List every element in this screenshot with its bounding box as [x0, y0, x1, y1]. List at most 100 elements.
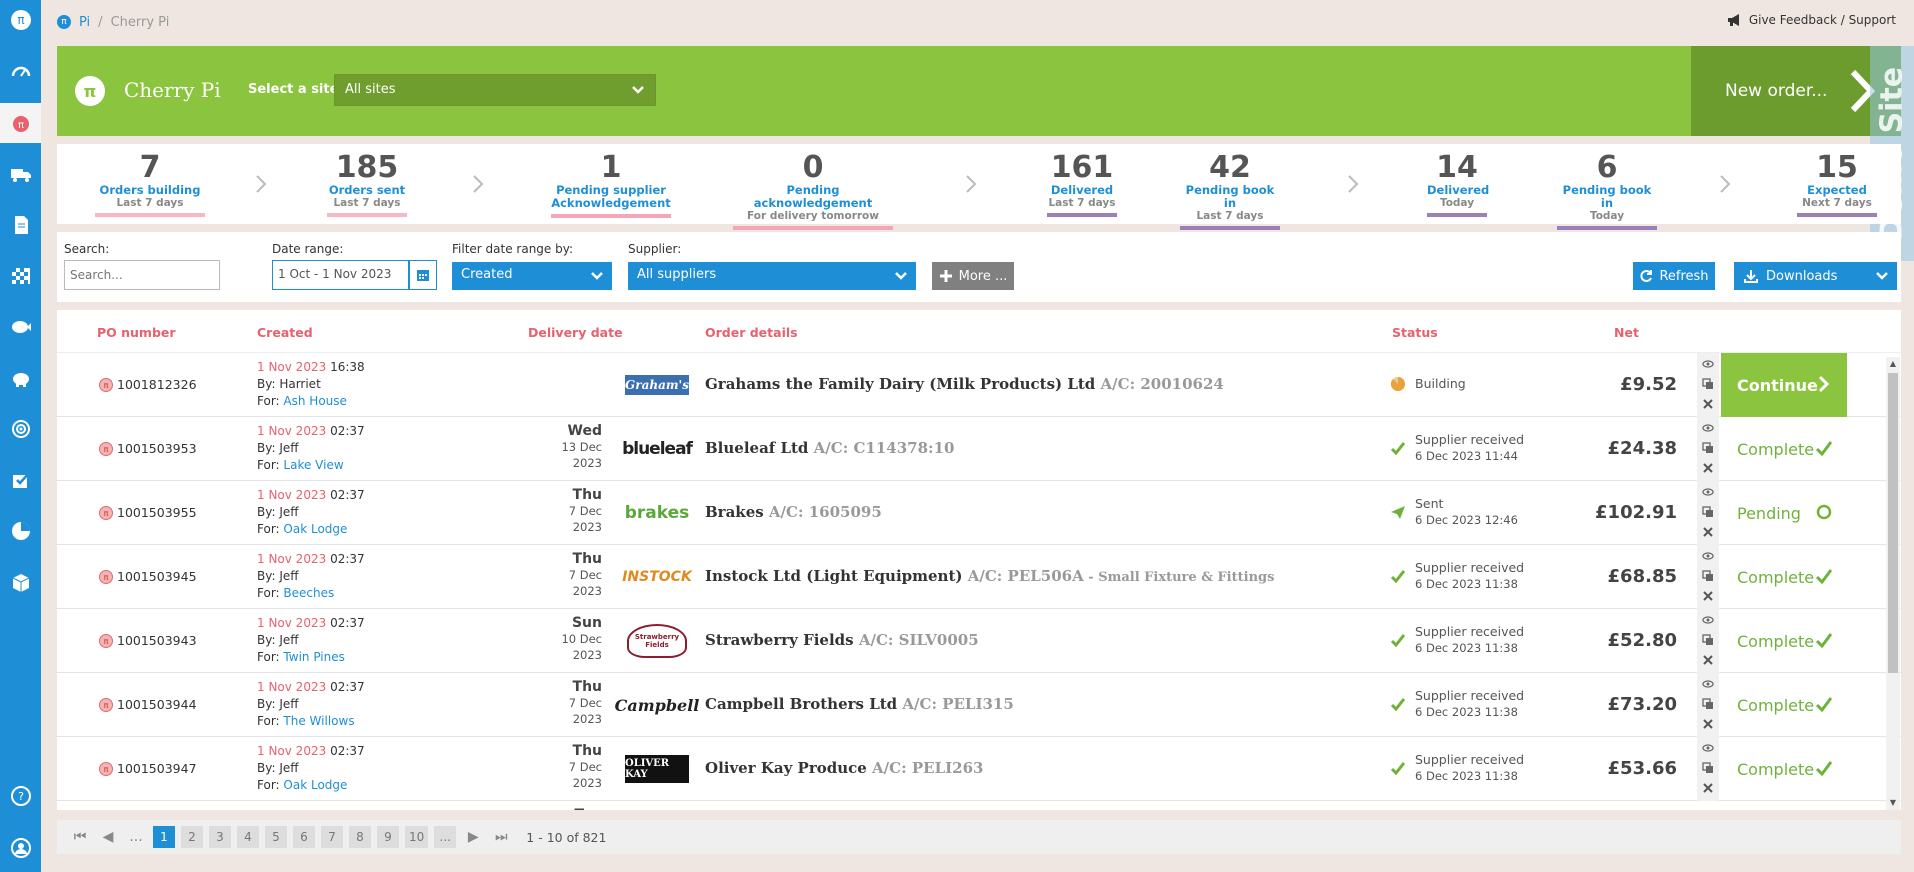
- scrollbar-thumb[interactable]: [1888, 373, 1898, 673]
- piggy-bank-icon[interactable]: [0, 358, 41, 398]
- page-button[interactable]: 7: [321, 826, 343, 848]
- table-row[interactable]: π 1001503947 1 Nov 2023 02:37 By: Jeff For: …: [57, 737, 1901, 801]
- copy-icon[interactable]: [1702, 634, 1714, 646]
- give-feedback-link[interactable]: Give Feedback / Support: [1727, 13, 1896, 27]
- page-button[interactable]: 1: [153, 826, 175, 848]
- fish-icon[interactable]: [0, 307, 41, 347]
- site-link[interactable]: The Willows: [283, 714, 354, 728]
- po-number[interactable]: 1001503943: [117, 633, 197, 648]
- close-icon[interactable]: [1702, 526, 1714, 538]
- complete-action-button[interactable]: Complete: [1721, 673, 1847, 737]
- close-icon[interactable]: [1702, 782, 1714, 794]
- site-link[interactable]: Beeches: [283, 586, 334, 600]
- prev-page-icon[interactable]: ◀: [97, 826, 119, 848]
- supplier-select[interactable]: All suppliers: [628, 262, 916, 290]
- order-details[interactable]: Blueleaf Ltd A/C: C114378:10: [705, 439, 954, 457]
- copy-icon[interactable]: [1702, 570, 1714, 582]
- stat-pending-supplier-ack[interactable]: 1 Pending supplier Acknowledgement: [551, 152, 671, 218]
- site-link[interactable]: Ash House: [283, 394, 347, 408]
- breadcrumb-root[interactable]: Pi: [79, 15, 90, 30]
- eye-icon[interactable]: [1702, 614, 1714, 626]
- continue-action-button[interactable]: Continue: [1721, 353, 1847, 417]
- po-number[interactable]: 1001812326: [117, 377, 197, 392]
- pages-ellipsis-before[interactable]: ...: [125, 826, 147, 848]
- scroll-down-arrow-icon[interactable]: ▼: [1888, 798, 1898, 808]
- table-row[interactable]: π 1001503943 1 Nov 2023 02:37 By: Jeff For: …: [57, 609, 1901, 673]
- page-button[interactable]: 5: [265, 826, 287, 848]
- next-page-icon[interactable]: ▶: [462, 826, 484, 848]
- eye-icon[interactable]: [1702, 678, 1714, 690]
- stat-pending-book-in-today[interactable]: 6 Pending book in Today: [1557, 152, 1657, 230]
- date-range-input[interactable]: 1 Oct - 1 Nov 2023: [272, 260, 409, 290]
- table-row[interactable]: π 1001503955 1 Nov 2023 02:37 By: Jeff For: …: [57, 481, 1901, 545]
- site-link[interactable]: Oak Lodge: [283, 522, 347, 536]
- po-number[interactable]: 1001503944: [117, 697, 197, 712]
- order-details[interactable]: Campbell Brothers Ltd A/C: PELI315: [705, 695, 1014, 713]
- column-order-details[interactable]: Order details: [705, 325, 798, 340]
- site-link[interactable]: Oak Lodge: [283, 778, 347, 792]
- table-scrollbar[interactable]: ▲ ▼: [1886, 357, 1900, 810]
- stat-pending-book-in-7-days[interactable]: 42 Pending book in Last 7 days: [1180, 152, 1280, 230]
- order-details[interactable]: Grahams the Family Dairy (Milk Products)…: [705, 375, 1224, 393]
- stat-orders-building[interactable]: 7 Orders building Last 7 days: [95, 152, 205, 217]
- po-number[interactable]: 1001503953: [117, 441, 197, 456]
- copy-icon[interactable]: [1702, 378, 1714, 390]
- eye-icon[interactable]: [1702, 550, 1714, 562]
- po-number[interactable]: 1001503955: [117, 505, 197, 520]
- stat-pending-ack-tomorrow[interactable]: 0 Pending acknowledgement For delivery t…: [733, 152, 893, 230]
- page-button[interactable]: 6: [293, 826, 315, 848]
- last-page-icon[interactable]: ⏭: [490, 826, 512, 848]
- table-row[interactable]: π 1001503944 1 Nov 2023 02:37 By: Jeff For: …: [57, 673, 1901, 737]
- target-icon[interactable]: [0, 409, 41, 449]
- user-icon[interactable]: [0, 828, 41, 868]
- box-icon[interactable]: [0, 562, 41, 602]
- more-filters-button[interactable]: More ...: [932, 262, 1014, 290]
- document-icon[interactable]: [0, 205, 41, 245]
- stat-expected-next-7-days[interactable]: 15 Expected Next 7 days: [1797, 152, 1877, 217]
- page-button[interactable]: 2: [181, 826, 203, 848]
- copy-icon[interactable]: [1702, 762, 1714, 774]
- page-button[interactable]: 3: [209, 826, 231, 848]
- eye-icon[interactable]: [1702, 486, 1714, 498]
- close-icon[interactable]: [1702, 462, 1714, 474]
- site-link[interactable]: Twin Pines: [283, 650, 344, 664]
- table-row[interactable]: π 1001812326 1 Nov 2023 16:38 By: Harriet Fo…: [57, 353, 1901, 417]
- help-chat-icon[interactable]: ?: [0, 776, 41, 816]
- close-icon[interactable]: [1702, 654, 1714, 666]
- page-button[interactable]: 8: [349, 826, 371, 848]
- table-row[interactable]: 1 Nov 2023 02:37 Tue: [57, 801, 1901, 810]
- calendar-button[interactable]: [409, 260, 437, 290]
- pi-logo-icon[interactable]: π: [0, 0, 41, 40]
- order-details[interactable]: Brakes A/C: 1605095: [705, 503, 882, 521]
- complete-action-button[interactable]: Complete: [1721, 737, 1847, 801]
- checkbox-icon[interactable]: [0, 460, 41, 500]
- column-net[interactable]: Net: [1614, 325, 1639, 340]
- order-details[interactable]: Oliver Kay Produce A/C: PELI263: [705, 759, 983, 777]
- close-icon[interactable]: [1702, 590, 1714, 602]
- complete-action-button[interactable]: Complete: [1721, 417, 1847, 481]
- truck-icon[interactable]: [0, 154, 41, 194]
- eye-icon[interactable]: [1702, 358, 1714, 370]
- eye-icon[interactable]: [1702, 742, 1714, 754]
- close-icon[interactable]: [1702, 398, 1714, 410]
- downloads-button[interactable]: Downloads: [1734, 262, 1897, 290]
- column-delivery-date[interactable]: Delivery date: [528, 325, 623, 340]
- pie-chart-icon[interactable]: [0, 511, 41, 551]
- po-number[interactable]: 1001503945: [117, 569, 197, 584]
- pending-action-button[interactable]: Pending: [1721, 481, 1847, 545]
- site-select[interactable]: All sites: [334, 74, 656, 106]
- page-button[interactable]: 9: [377, 826, 399, 848]
- first-page-icon[interactable]: ⏮: [69, 826, 91, 848]
- refresh-button[interactable]: Refresh: [1633, 262, 1715, 290]
- close-icon[interactable]: [1702, 718, 1714, 730]
- dashboard-icon[interactable]: [0, 52, 41, 92]
- column-po-number[interactable]: PO number: [97, 325, 176, 340]
- checkered-flag-icon[interactable]: [0, 256, 41, 296]
- stat-delivered-7-days[interactable]: 161 Delivered Last 7 days: [1047, 152, 1117, 217]
- column-created[interactable]: Created: [257, 325, 313, 340]
- complete-action-button[interactable]: Complete: [1721, 609, 1847, 673]
- page-button[interactable]: 4: [237, 826, 259, 848]
- table-row[interactable]: π 1001503945 1 Nov 2023 02:37 By: Jeff For: …: [57, 545, 1901, 609]
- order-details[interactable]: Strawberry Fields A/C: SILV0005: [705, 631, 979, 649]
- stat-delivered-today[interactable]: 14 Delivered Today: [1427, 152, 1489, 217]
